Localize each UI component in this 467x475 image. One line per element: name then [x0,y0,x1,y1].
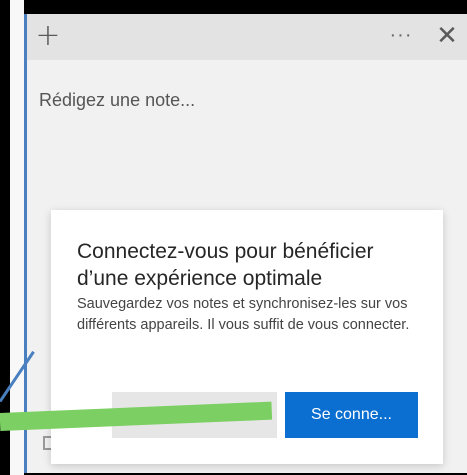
title-bar: + ··· ✕ [27,14,467,60]
more-options-button[interactable]: ··· [387,24,415,48]
close-icon: ✕ [436,21,458,51]
close-button[interactable]: ✕ [432,22,462,52]
sign-in-button[interactable]: Se conne... [285,392,418,438]
add-note-button[interactable]: + [33,21,63,52]
more-icon: ··· [389,24,413,46]
frame-gap [10,0,24,475]
dialog-title: Connectez-vous pour bénéficier d’une exp… [77,240,374,290]
dialog-body: Sauvegardez vos notes et synchronisez-le… [77,296,410,333]
note-placeholder: Rédigez une note... [39,90,196,110]
plus-icon: + [35,18,61,53]
